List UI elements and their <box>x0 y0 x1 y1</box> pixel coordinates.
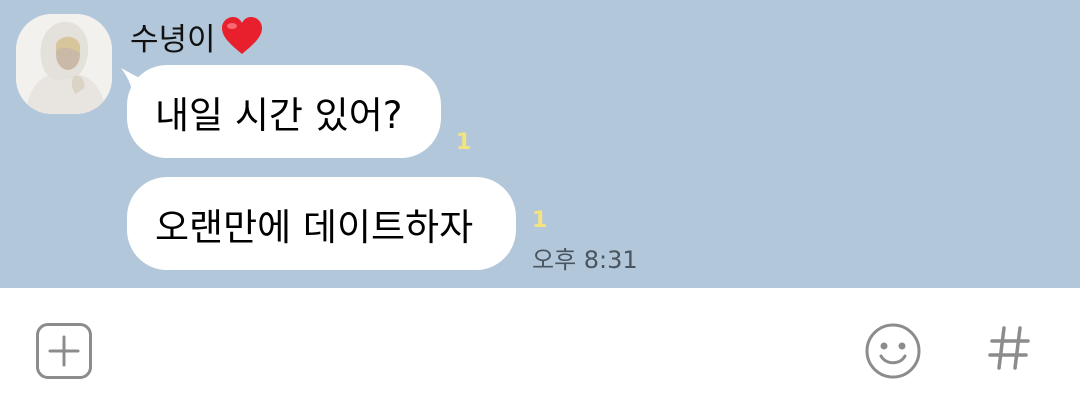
hashtag-button[interactable] <box>982 318 1038 378</box>
heart-icon <box>220 16 264 56</box>
sender-name: 수녕이 <box>130 14 264 58</box>
input-bar <box>0 288 1080 414</box>
emoji-icon <box>865 323 921 379</box>
message-bubble[interactable]: 내일 시간 있어? <box>127 65 441 158</box>
chat-area: 수녕이 내일 시간 있어? 1 오랜만에 데이트하자 1 오후 8:31 <box>0 0 1080 288</box>
unread-count: 1 <box>456 130 472 155</box>
message-timestamp: 오후 8:31 <box>532 246 638 274</box>
sender-avatar[interactable] <box>16 14 112 114</box>
hash-icon <box>988 326 1030 370</box>
unread-count: 1 <box>532 208 548 233</box>
sender-name-text: 수녕이 <box>130 21 216 58</box>
message-bubble[interactable]: 오랜만에 데이트하자 <box>127 177 516 270</box>
avatar-photo-icon <box>16 14 112 114</box>
emoji-button[interactable] <box>862 320 924 382</box>
message-text: 오랜만에 데이트하자 <box>155 205 474 249</box>
attach-button[interactable] <box>36 323 92 379</box>
plus-icon <box>48 335 80 367</box>
message-text: 내일 시간 있어? <box>155 93 403 137</box>
